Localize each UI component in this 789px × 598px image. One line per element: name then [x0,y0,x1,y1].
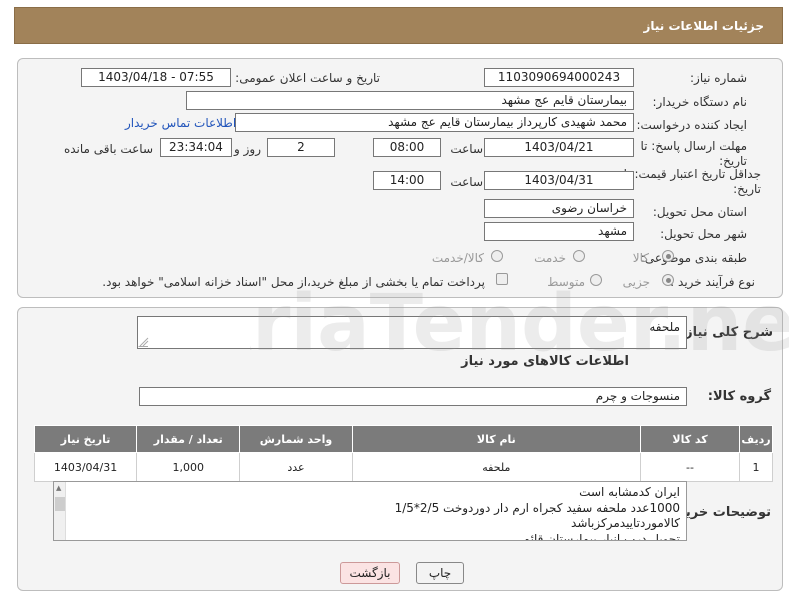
goods-info-title: اطلاعات کالاهای مورد نیاز [461,354,629,369]
print-button[interactable]: چاپ [416,562,464,584]
category-radio-goods-service[interactable] [491,250,503,262]
goods-group-field: منسوجات و چرم [139,387,687,406]
scroll-up-icon[interactable]: ▲ [56,484,61,492]
price-validity-time-field: 14:00 [373,171,441,190]
reply-deadline-days-label: روز و [234,142,261,156]
buyer-notes-text: ایران کدمشابه است 1000عدد ملحفه سفید کجر… [68,482,686,540]
table-row: 1 -- ملحفه عدد 1,000 1403/04/31 [33,452,773,482]
category-radio-service[interactable] [573,250,585,262]
goods-group-label: گروه کالا: [707,389,771,404]
reply-deadline-days-field: 2 [267,138,335,157]
requester-field: محمد شهیدی کارپرداز بیمارستان قایم عج مش… [235,113,634,132]
cell-unit: عدد [239,452,353,482]
cell-name: ملحفه [351,452,642,482]
buyer-notes-scrollbar[interactable]: ▲ [54,482,66,540]
buyer-note-line: ایران کدمشابه است [579,485,680,499]
page-title: جزئیات اطلاعات نیاز [643,19,764,33]
city-label: شهر محل تحویل: [660,227,747,241]
province-label: استان محل تحویل: [652,205,747,219]
purchase-type-option-medium: متوسط [547,275,585,289]
buyer-org-label: نام دستگاه خریدار: [652,95,748,109]
province-field: خراسان رضوی [484,199,634,218]
price-validity-label-line2: تاریخ: [733,182,761,196]
buyer-org-field: بیمارستان قایم عج مشهد [186,91,634,110]
description-label: شرح کلی نیاز: [679,325,773,340]
back-button[interactable]: بازگشت [340,562,400,584]
category-option-goods-service: کالا/خدمت [431,251,484,265]
city-field: مشهد [484,222,634,241]
need-number-label: شماره نیاز: [690,71,747,85]
buyer-contact-link[interactable]: اطلاعات تماس خریدار [125,116,236,130]
purchase-type-radio-medium[interactable] [590,274,602,286]
category-label: طبقه بندی موضوعی: [640,251,747,265]
remaining-time-field: 23:34:04 [160,138,232,157]
goods-table-header: ردیف کد کالا نام کالا واحد شمارش تعداد /… [33,425,773,453]
col-row: ردیف [739,425,773,453]
page-header: جزئیات اطلاعات نیاز [14,7,783,44]
category-option-goods: کالا [632,251,649,265]
purchase-type-radio-minor[interactable] [662,274,674,286]
cell-date: 1403/04/31 [33,452,138,482]
category-option-service: خدمت [534,251,566,265]
col-name: نام کالا [351,425,642,453]
reply-deadline-date-field: 1403/04/21 [484,138,634,157]
reply-deadline-time-field: 08:00 [373,138,441,157]
reply-deadline-label-line1: مهلت ارسال پاسخ: تا [640,139,747,153]
reply-deadline-label: مهلت ارسال پاسخ: تا تاریخ: [640,139,747,169]
resize-grip-glyph [139,337,149,347]
remaining-time-label: ساعت باقی مانده [63,142,153,156]
cell-qty: 1,000 [136,452,241,482]
buyer-notes-container: ▲ ایران کدمشابه است 1000عدد ملحفه سفید ک… [53,481,687,541]
announce-datetime-label: تاریخ و ساعت اعلان عمومی: [235,71,380,85]
price-validity-label: جداقل تاریخ اعتبار قیمت: تا تاریخ: [624,167,761,197]
description-field: ملحفه [137,316,687,349]
treasury-payment-note: پرداخت تمام یا بخشی از مبلغ خرید،از محل … [102,275,485,289]
price-validity-date-field: 1403/04/31 [484,171,634,190]
cell-code: -- [640,452,741,482]
announce-datetime-field: 1403/04/18 - 07:55 [81,68,231,87]
scrollbar-thumb[interactable] [55,497,65,511]
purchase-type-option-minor: جزیی [622,275,650,289]
resize-grip-icon[interactable] [138,337,149,347]
category-radio-goods[interactable] [662,250,674,262]
buyer-note-line: کالاموردتاییدمرکزباشد [571,516,680,530]
price-validity-label-line1: جداقل تاریخ اعتبار قیمت: تا [623,167,761,181]
col-date: تاریخ نیاز [33,425,138,453]
cell-row: 1 [739,452,773,482]
requester-label: ایجاد کننده درخواست: [636,118,747,132]
purchase-type-label: نوع فرآیند خرید : [670,275,755,289]
col-qty: تعداد / مقدار [136,425,241,453]
buyer-note-line: 1000عدد ملحفه سفید کجراه ارم دار دوردوخت… [394,500,680,515]
col-code: کد کالا [640,425,741,453]
treasury-payment-checkbox[interactable] [496,273,508,285]
need-number-field: 1103090694000243 [484,68,634,87]
goods-table: ردیف کد کالا نام کالا واحد شمارش تعداد /… [33,425,773,482]
price-validity-time-label: ساعت [450,175,483,189]
col-unit: واحد شمارش [239,425,353,453]
buyer-note-line: تحویل درب انبار بیمارستان قائم [522,531,680,541]
reply-deadline-time-label: ساعت [450,142,483,156]
